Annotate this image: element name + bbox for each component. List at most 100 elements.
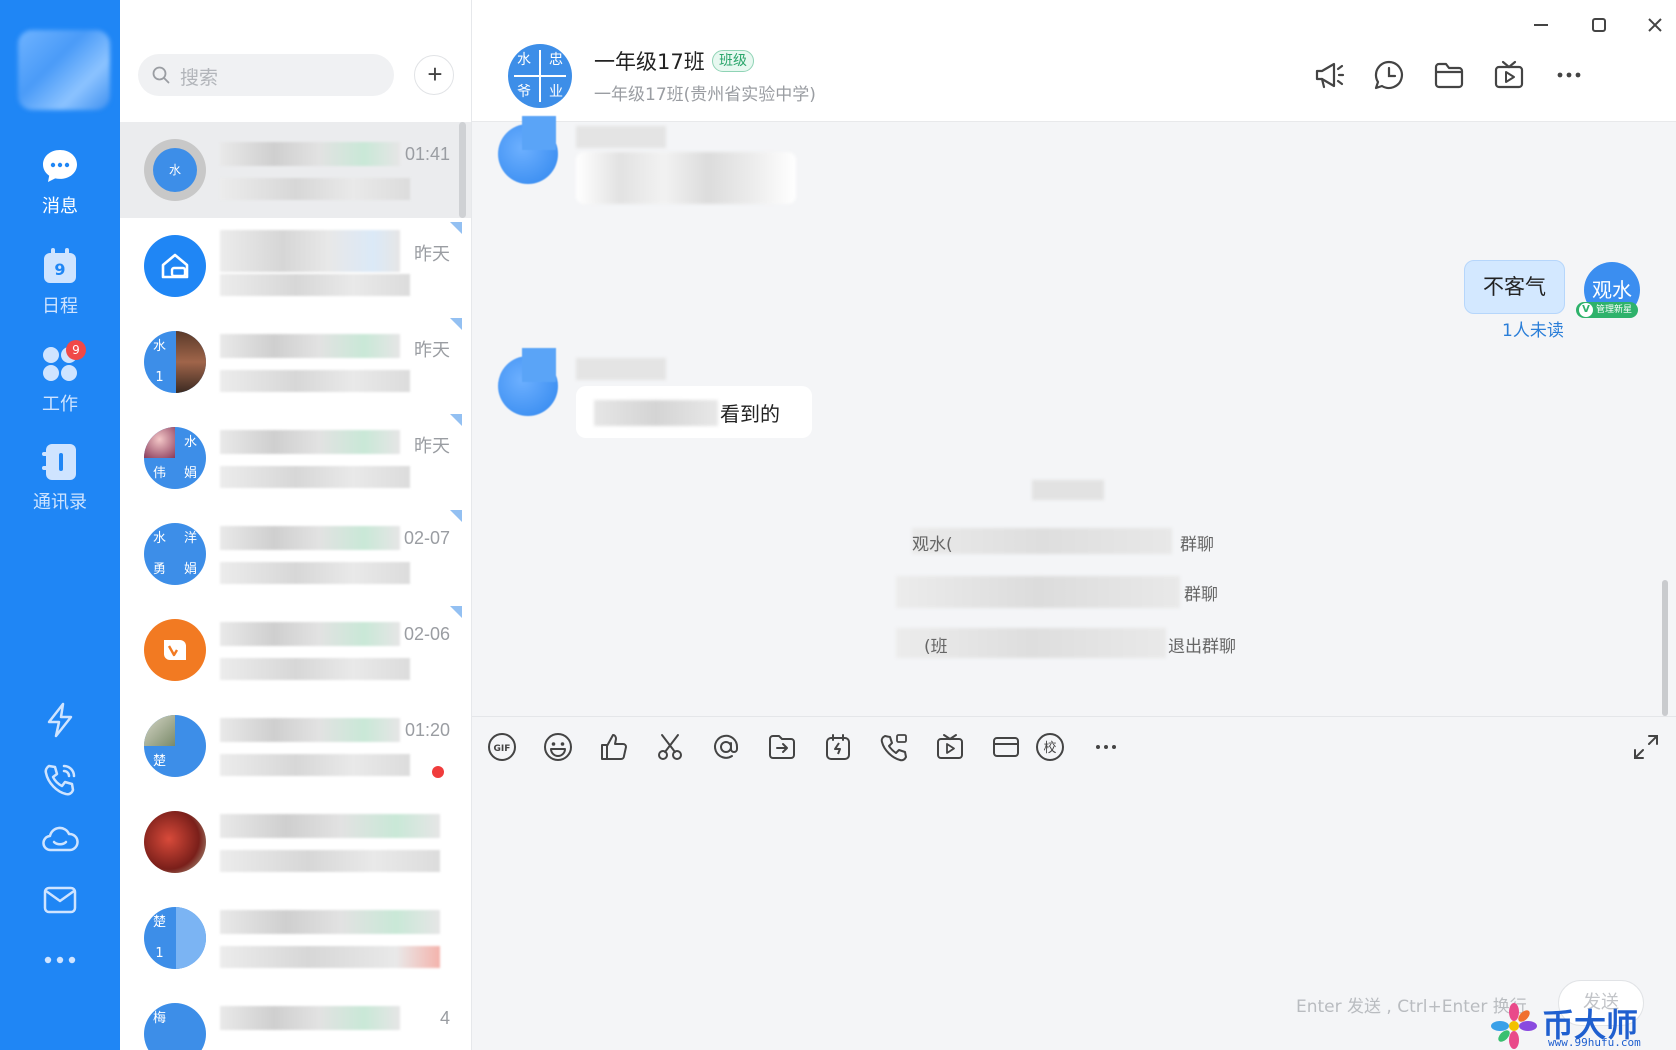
conversation-item[interactable]: 水 1 昨天 [120,314,471,410]
outgoing-bubble[interactable]: 不客气 [1464,260,1565,314]
blurred-preview [220,274,410,296]
conversation-item[interactable]: 水 洋 勇 娟 02-07 [120,506,471,602]
conversation-item[interactable]: 水 伟 娟 昨天 [120,410,471,506]
school-icon[interactable]: 校 [1034,731,1066,763]
conversation-list: 搜索 + 水 01:41 昨天 水 1 昨天 水 伟 娟 昨天 水 洋 勇 娟 … [120,0,472,1050]
incoming-bubble[interactable]: 看到的 [576,386,812,438]
cloud-icon[interactable] [40,820,80,860]
message-text: 不客气 [1483,275,1546,299]
lightning-icon[interactable] [40,700,80,740]
conversation-time: 昨天 [414,436,450,456]
scissors-icon[interactable] [654,731,686,763]
blurred-name [220,718,400,742]
work-badge: 9 [66,340,86,360]
video-live-icon[interactable] [934,731,966,763]
blurred-notice [896,576,1180,608]
conversation-item[interactable]: 02-06 [120,602,471,698]
blurred-time [1032,480,1104,500]
watermark-url: www.99hufu.com [1548,1036,1641,1049]
message-text: 看到的 [720,402,780,426]
conversation-item[interactable] [120,794,471,890]
pin-corner [450,222,462,234]
blurred-name [220,430,400,454]
folder-icon[interactable] [1432,58,1466,92]
blurred-name [220,334,400,358]
blurred-name [220,1006,400,1030]
rail-label: 日程 [42,296,78,317]
pin-corner [450,414,462,426]
add-button[interactable]: + [414,55,454,95]
avatar-text: 业 [549,84,563,100]
expand-icon[interactable] [1630,731,1662,763]
more-icon[interactable] [1552,58,1586,92]
avatar: 水 [144,139,206,201]
clock-bubble-icon[interactable] [1372,58,1406,92]
conversation-item[interactable]: 昨天 [120,218,471,314]
composer-toolbar: GIF 校 [472,716,1676,776]
contacts-icon [42,444,76,480]
system-notice: (班 [924,637,948,657]
mail-icon[interactable] [40,880,80,920]
avatar [144,811,206,873]
blurred-name [220,814,440,838]
phone-call-icon[interactable] [40,760,80,800]
avatar: 水 伟 娟 [144,427,206,489]
search-box[interactable]: 搜索 [138,54,394,96]
avatar-text: 娟 [183,562,197,577]
live-video-icon[interactable] [1492,58,1526,92]
conversation-time: 昨天 [414,244,450,264]
emoji-icon[interactable] [542,731,574,763]
conversation-time: 01:41 [404,144,450,164]
at-icon[interactable] [710,731,742,763]
rail-item-messages[interactable]: 消息 [0,146,120,218]
conversation-item[interactable]: 梅 4 [120,986,471,1050]
avatar-text: 1 [155,946,164,961]
calendar-day: 9 [54,260,65,279]
admin-badge: 管理新星 [1576,302,1639,318]
mail-icon[interactable] [990,731,1022,763]
avatar [144,619,206,681]
blurred-name [220,622,400,646]
avatar-text: 观水 [1592,278,1632,302]
avatar-text: 洋 [183,531,197,546]
gif-icon[interactable]: GIF [486,731,518,763]
pin-corner [450,606,462,618]
sender-avatar[interactable] [498,116,558,184]
group-avatar[interactable]: 水 忠 爷 业 [508,44,572,108]
pin-corner [450,318,462,330]
avatar: 水 洋 勇 娟 [144,523,206,585]
rail-item-contacts[interactable]: 通讯录 [0,442,120,514]
conversation-item[interactable]: 楚 01:20 [120,698,471,794]
list-scrollbar[interactable] [459,122,466,218]
rail-item-calendar[interactable]: 9 日程 [0,246,120,318]
chat-subtitle: 一年级17班(贵州省实验中学) [594,85,816,105]
rail-item-work[interactable]: 9 工作 [0,340,120,416]
close-icon[interactable] [1640,10,1670,40]
system-notice: 退出群聊 [1168,637,1236,657]
more-dots-icon[interactable] [1090,731,1122,763]
avatar: 楚 1 [144,907,206,969]
system-notice: 群聊 [1180,535,1214,555]
conversation-item[interactable]: 水 01:41 [120,122,471,218]
minimize-icon[interactable] [1526,10,1556,40]
sender-avatar[interactable] [498,348,558,416]
blurred-preview [220,562,410,584]
avatar-text: 勇 [152,562,166,577]
chat-title[interactable]: 一年级17班 [594,46,705,76]
conversation-time: 4 [439,1008,450,1028]
calendar-icon: 9 [44,248,76,283]
megaphone-icon[interactable] [1312,58,1346,92]
file-send-icon[interactable] [766,731,798,763]
profile-avatar[interactable] [18,30,110,110]
conversation-item[interactable]: 楚 1 [120,890,471,986]
avatar: 梅 [144,1003,206,1050]
voice-call-icon[interactable] [878,731,910,763]
maximize-icon[interactable] [1584,10,1614,40]
unread-receipt[interactable]: 1人未读 [1502,316,1564,341]
flash-note-icon[interactable] [822,731,854,763]
more-dots-icon[interactable] [40,940,80,980]
chat-scrollbar[interactable] [1662,580,1668,716]
thumbs-up-icon[interactable] [598,731,630,763]
avatar-text: 水 [517,52,531,68]
gif-label: GIF [494,744,511,754]
